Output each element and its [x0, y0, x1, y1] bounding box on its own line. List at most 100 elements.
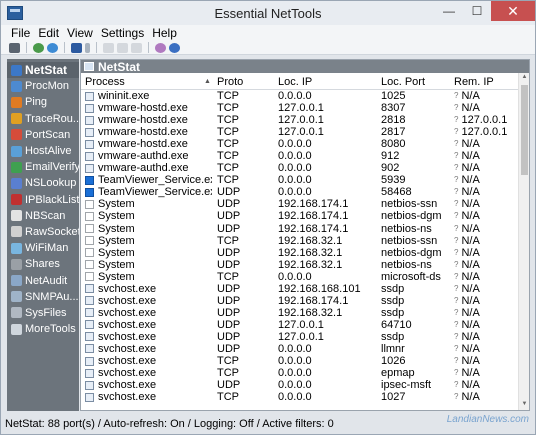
sidebar-item-label: Ping	[25, 96, 48, 109]
sidebar-item-procmon[interactable]: ProcMon	[7, 78, 79, 94]
column-proto[interactable]: Proto	[217, 73, 275, 90]
sidebar-item-shares[interactable]: Shares	[7, 256, 79, 272]
help-icon[interactable]	[169, 42, 180, 53]
table-row[interactable]: svchost.exe UDP 192.168.174.1 ssdp? N/A	[81, 295, 518, 307]
sidebar-item-snmpau[interactable]: SNMPAu...	[7, 289, 79, 305]
column-local-port[interactable]: Loc. Port	[381, 73, 451, 90]
menu-file[interactable]: File	[11, 26, 30, 40]
table-row[interactable]: System TCP 192.168.32.1 netbios-ssn? N/A	[81, 235, 518, 247]
tool-icon	[11, 80, 22, 92]
cell-process: vmware-authd.exe	[85, 150, 212, 162]
table-row[interactable]: vmware-hostd.exe TCP 127.0.0.1 8307? N/A	[81, 102, 518, 114]
cut-icon[interactable]	[103, 42, 114, 53]
refresh-icon[interactable]	[47, 42, 58, 53]
cell-process: System	[85, 210, 212, 222]
table-row[interactable]: vmware-authd.exe TCP 0.0.0.0 912? N/A	[81, 150, 518, 162]
sidebar-item-label: NetStat	[25, 63, 68, 78]
sidebar-item-rawsocket[interactable]: RawSocket	[7, 224, 79, 240]
cell-proto: UDP	[217, 222, 241, 235]
cell-process: System	[85, 259, 212, 271]
sidebar-item-nbscan[interactable]: NBScan	[7, 208, 79, 224]
table-row[interactable]: System UDP 192.168.174.1 netbios-ns? N/A	[81, 223, 518, 235]
options-icon[interactable]	[155, 42, 166, 53]
column-process[interactable]: Process	[85, 73, 212, 90]
table-row[interactable]: System UDP 192.168.32.1 netbios-dgm? N/A	[81, 247, 518, 259]
remote-ip-value: N/A	[461, 102, 480, 115]
menu-edit[interactable]: Edit	[38, 26, 59, 40]
scroll-thumb[interactable]	[521, 85, 528, 175]
panel-toggle-icon[interactable]	[9, 42, 20, 53]
sidebar-item-emailverify[interactable]: EmailVerify	[7, 159, 79, 175]
table-row[interactable]: System UDP 192.168.32.1 netbios-ns? N/A	[81, 259, 518, 271]
scroll-up-icon[interactable]: ▲	[521, 74, 528, 82]
panel-header: NetStat	[81, 60, 529, 74]
sidebar-item-ping[interactable]: Ping	[7, 94, 79, 110]
sidebar-item-nslookup[interactable]: NSLookup	[7, 175, 79, 191]
table-row[interactable]: vmware-hostd.exe TCP 127.0.0.1 2817? 127.0.0…	[81, 126, 518, 138]
sidebar-item-sysfiles[interactable]: SysFiles	[7, 305, 79, 321]
system-process-icon	[85, 260, 94, 270]
cell-proto: UDP	[217, 258, 241, 271]
cell-local-port: 1025	[381, 90, 406, 102]
cell-remote-ip: ? N/A	[454, 307, 518, 319]
process-icon	[85, 151, 94, 161]
sidebar-item-wifiman[interactable]: WiFiMan	[7, 240, 79, 256]
remote-ip-value: N/A	[461, 198, 480, 211]
cell-process: svchost.exe	[85, 331, 212, 343]
cell-process: svchost.exe	[85, 379, 212, 391]
close-button[interactable]: ✕	[491, 1, 535, 21]
cell-local-port: netbios-dgm	[381, 246, 442, 259]
unknown-host-icon: ?	[454, 139, 459, 149]
cell-proto: TCP	[217, 90, 239, 102]
table-row[interactable]: TeamViewer_Service.exe UDP 0.0.0.0 58468? N/…	[81, 186, 518, 198]
sidebar-item-label: HostAlive	[25, 145, 72, 158]
process-name: svchost.exe	[98, 318, 157, 331]
sidebar-item-portscan[interactable]: PortScan	[7, 127, 79, 143]
column-local-ip[interactable]: Loc. IP	[278, 73, 378, 90]
copy-icon[interactable]	[117, 42, 128, 53]
table-row[interactable]: System UDP 192.168.174.1 netbios-ssn? N/A	[81, 198, 518, 210]
sidebar-item-tracerou[interactable]: TraceRou...	[7, 111, 79, 127]
cell-local-ip: 192.168.32.1	[278, 234, 343, 247]
menu-view[interactable]: View	[67, 26, 93, 40]
maximize-button[interactable]: ☐	[463, 1, 491, 21]
sidebar-item-netaudit[interactable]: NetAudit	[7, 272, 79, 288]
table-row[interactable]: TeamViewer_Service.exe TCP 0.0.0.0 5939? N/A	[81, 174, 518, 186]
table-row[interactable]: vmware-hostd.exe TCP 0.0.0.0 8080? N/A	[81, 138, 518, 150]
sidebar-item-netstat[interactable]: NetStat	[7, 62, 79, 79]
menu-help[interactable]: Help	[152, 26, 177, 40]
sidebar-item-hostalive[interactable]: HostAlive	[7, 143, 79, 159]
cell-proto: UDP	[217, 318, 241, 331]
cell-local-port: ssdp	[381, 306, 405, 319]
cell-process: vmware-hostd.exe	[85, 138, 212, 150]
back-icon[interactable]	[33, 42, 44, 53]
table-row[interactable]: vmware-hostd.exe TCP 127.0.0.1 2818? 127.0.0…	[81, 114, 518, 126]
sidebar-item-ipblacklist[interactable]: IPBlackList	[7, 192, 79, 208]
table-row[interactable]: System UDP 192.168.174.1 netbios-dgm? N/A	[81, 210, 518, 222]
scroll-down-icon[interactable]: ▼	[521, 401, 528, 409]
minimize-button[interactable]: —	[435, 1, 463, 21]
table-row[interactable]: svchost.exe TCP 0.0.0.0 1026? N/A	[81, 355, 518, 367]
save-dropdown-icon[interactable]	[85, 42, 90, 53]
vertical-scrollbar[interactable]: ▲ ▼	[518, 73, 529, 410]
table-row[interactable]: svchost.exe UDP 192.168.168.101 ssdp? N/A	[81, 283, 518, 295]
remote-ip-value: N/A	[461, 342, 480, 355]
sidebar-item-moretools[interactable]: MoreTools	[7, 321, 79, 337]
menu-settings[interactable]: Settings	[101, 26, 144, 40]
table-row[interactable]: svchost.exe TCP 0.0.0.0 epmap? N/A	[81, 367, 518, 379]
tool-icon	[11, 242, 22, 254]
table-row[interactable]: wininit.exe TCP 0.0.0.0 1025? N/A	[81, 90, 518, 102]
table-row[interactable]: svchost.exe UDP 127.0.0.1 ssdp? N/A	[81, 331, 518, 343]
table-row[interactable]: System TCP 0.0.0.0 microsoft-ds? N/A	[81, 271, 518, 283]
table-row[interactable]: svchost.exe UDP 192.168.32.1 ssdp? N/A	[81, 307, 518, 319]
title-bar[interactable]: Essential NetTools — ☐ ✕	[1, 1, 535, 25]
paste-icon[interactable]	[131, 42, 142, 53]
table-row[interactable]: svchost.exe UDP 0.0.0.0 llmnr? N/A	[81, 343, 518, 355]
table-row[interactable]: svchost.exe UDP 127.0.0.1 64710? N/A	[81, 319, 518, 331]
table-row[interactable]: svchost.exe UDP 0.0.0.0 ipsec-msft? N/A	[81, 379, 518, 391]
column-remote-ip[interactable]: Rem. IP	[454, 73, 518, 90]
cell-proto: UDP	[217, 342, 241, 355]
table-row[interactable]: svchost.exe TCP 0.0.0.0 1027? N/A	[81, 391, 518, 403]
table-row[interactable]: vmware-authd.exe TCP 0.0.0.0 902? N/A	[81, 162, 518, 174]
save-icon[interactable]	[71, 42, 82, 53]
